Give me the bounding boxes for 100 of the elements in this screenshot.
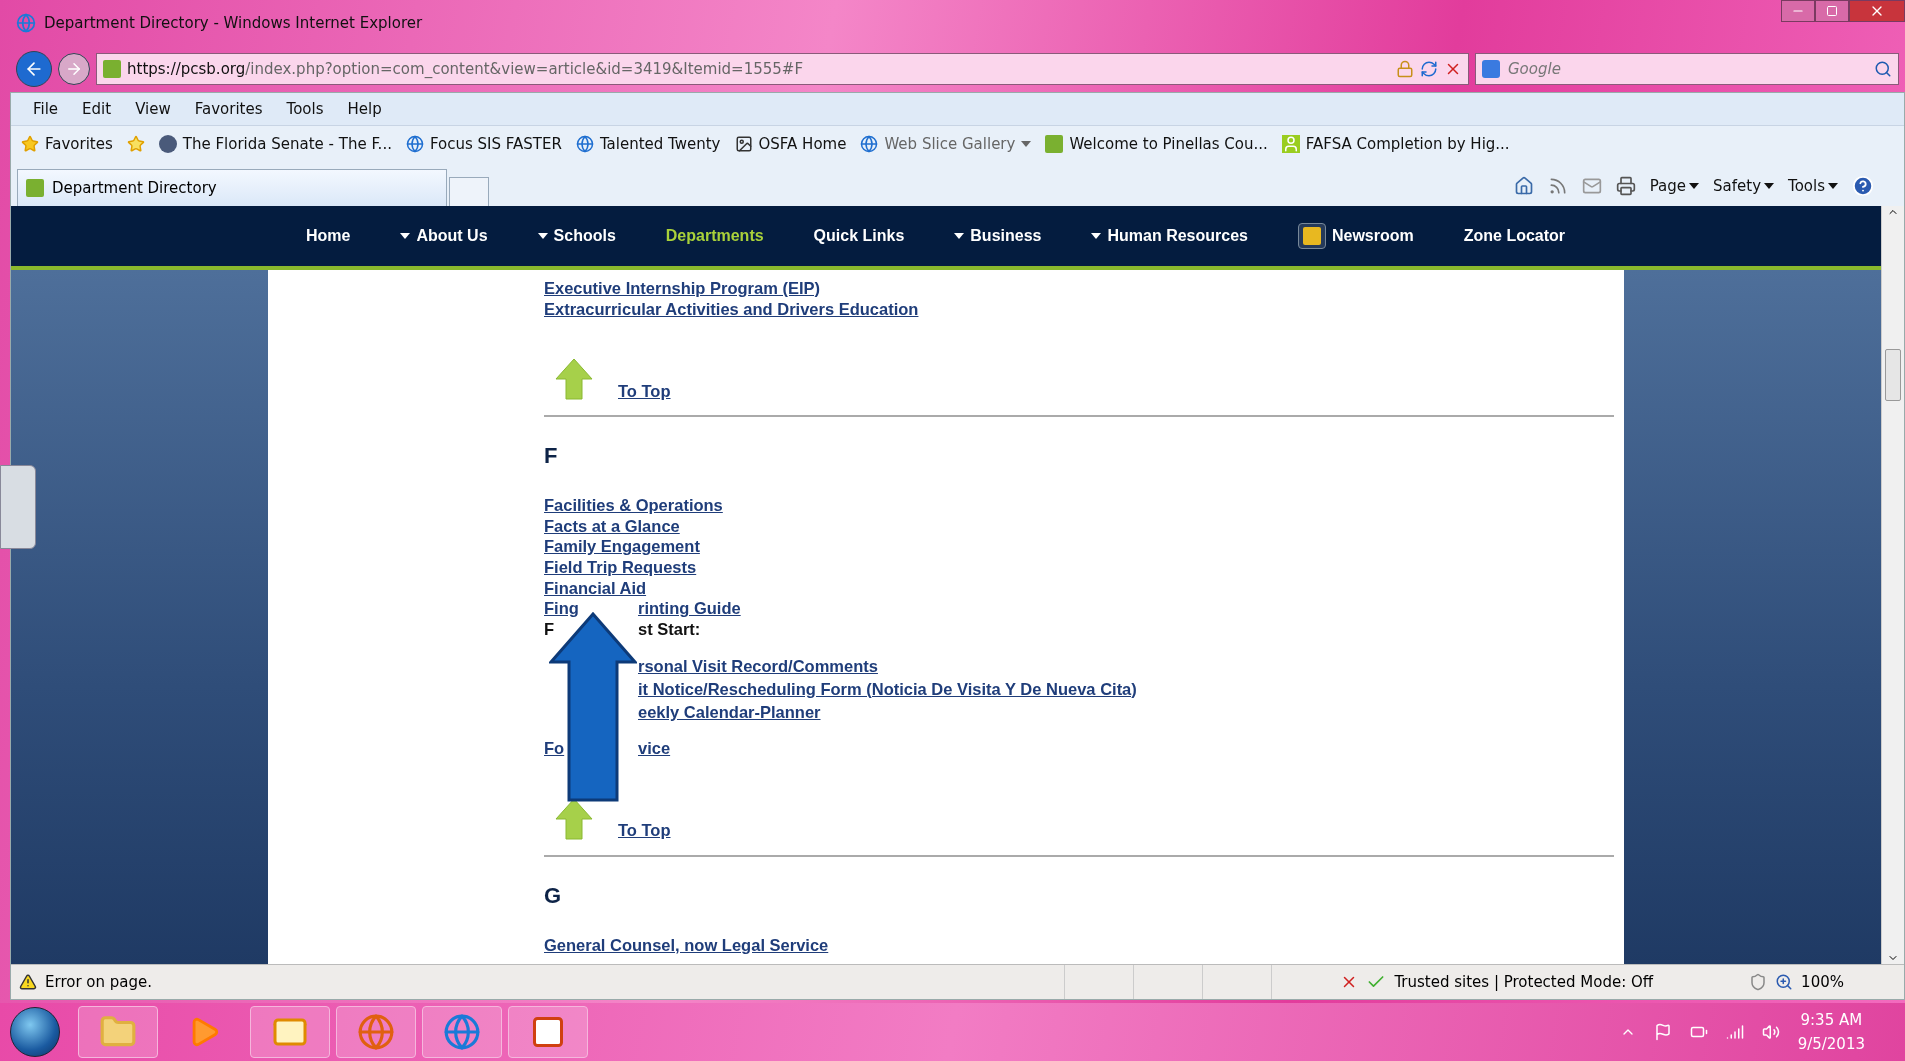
directory-link[interactable]: Financial Aid — [544, 577, 647, 599]
caret-icon — [1828, 183, 1838, 189]
caret-icon — [1091, 233, 1102, 239]
printer-icon[interactable] — [1615, 176, 1636, 196]
address-field[interactable]: https://pcsb.org/index.php?option=com_content&view=article&id=3419&Itemid=1555#F — [96, 52, 1469, 85]
scroll-thumb[interactable] — [1885, 349, 1901, 401]
directory-link[interactable]: Fing — [544, 598, 579, 619]
menu-item[interactable]: View — [125, 100, 181, 118]
scrollbar[interactable] — [1881, 206, 1904, 964]
globe-icon — [443, 1013, 481, 1051]
taskbar-app-button[interactable] — [422, 1006, 502, 1058]
directory-link[interactable]: Fo — [544, 738, 565, 759]
favorite-link[interactable]: The Florida Senate - The F... — [158, 135, 392, 153]
directory-link[interactable]: rinting Guide — [638, 598, 741, 619]
warning-icon — [19, 973, 37, 991]
directory-link[interactable]: rsonal Visit Record/Comments — [638, 655, 878, 677]
globe-icon — [357, 1013, 395, 1051]
caret-icon — [1689, 183, 1700, 189]
menu-item[interactable]: Favorites — [184, 100, 273, 118]
search-box[interactable]: Google — [1475, 52, 1899, 85]
seal-icon — [158, 135, 177, 153]
search-provider-icon — [1482, 59, 1500, 78]
browser-tab[interactable]: Department Directory — [17, 169, 447, 206]
search-field[interactable]: Google — [1506, 58, 1868, 79]
globe-icon — [405, 135, 424, 153]
favorite-link[interactable]: Welcome to Pinellas Cou... — [1045, 135, 1268, 153]
flag-icon[interactable] — [1653, 1023, 1672, 1041]
nav-link[interactable]: Human Resources — [1066, 227, 1273, 245]
new-tab-button[interactable] — [449, 177, 489, 206]
signal-icon[interactable] — [1725, 1023, 1744, 1041]
nav-link[interactable]: Newsroom — [1272, 223, 1439, 249]
directory-link[interactable]: Family Engagement — [544, 536, 700, 557]
up-arrow-icon — [554, 357, 594, 402]
command-button[interactable]: Page — [1649, 177, 1700, 195]
nav-link[interactable]: Schools — [512, 227, 641, 245]
zoom-icon — [1775, 973, 1794, 991]
forward-button[interactable] — [58, 52, 90, 85]
favorite-link[interactable]: Talented Twenty — [575, 135, 721, 153]
directory-link[interactable]: Facts at a Glance — [544, 515, 680, 537]
caret-icon — [1021, 141, 1032, 147]
menu-item[interactable]: Tools — [276, 100, 334, 118]
nav-link[interactable]: Quick Links — [788, 227, 930, 245]
favorite-link[interactable]: FAFSA Completion by Hig... — [1281, 135, 1510, 153]
directory-link[interactable]: Field Trip Requests — [544, 556, 697, 578]
taskbar-app-button[interactable] — [508, 1006, 588, 1058]
security-zone[interactable]: Trusted sites | Protected Mode: Off — [1394, 973, 1654, 991]
status-message[interactable]: Error on page. — [45, 973, 152, 991]
shield-icon[interactable] — [1749, 973, 1768, 991]
nav-link[interactable]: Zone Locator — [1438, 227, 1591, 245]
caret-icon — [954, 233, 965, 239]
globe-icon — [575, 135, 594, 153]
add-favorite-icon[interactable] — [126, 135, 145, 153]
globe-icon — [860, 135, 879, 153]
refresh-icon[interactable] — [1420, 59, 1438, 78]
section-letter: G — [544, 882, 563, 909]
to-top-link[interactable]: To Top — [618, 380, 671, 402]
directory-link[interactable]: eekly Calendar-Planner — [638, 701, 821, 723]
favorites-button[interactable]: Favorites — [21, 135, 113, 153]
volume-icon[interactable] — [1761, 1023, 1780, 1041]
caret-icon — [400, 233, 411, 239]
back-button[interactable] — [16, 50, 52, 87]
home-icon[interactable] — [1513, 176, 1534, 196]
help-icon[interactable] — [1852, 175, 1874, 197]
clock[interactable]: 9:35 AM 9/5/2013 — [1797, 1008, 1865, 1056]
directory-link[interactable]: it Notice/Rescheduling Form (Noticia De Visita Y De Nueva Cita) — [638, 678, 1137, 700]
lock-icon — [1396, 59, 1414, 78]
menu-item[interactable]: File — [23, 100, 69, 118]
directory-link[interactable]: Executive Internship Program (EIP) — [544, 278, 820, 299]
picture-icon — [734, 135, 753, 153]
directory-link[interactable]: Extracurricular Activities and Drivers Education — [544, 298, 919, 320]
taskbar-app-button[interactable] — [250, 1006, 330, 1058]
start-button[interactable] — [10, 1007, 60, 1057]
nav-link[interactable]: About Us — [375, 227, 513, 245]
slide-icon — [530, 1014, 566, 1050]
close-button[interactable] — [1849, 0, 1905, 22]
favorite-link[interactable]: Web Slice Gallery — [860, 135, 1032, 153]
nav-link[interactable]: Departments — [640, 227, 789, 245]
sidebar-handle[interactable] — [0, 465, 36, 549]
to-top-link[interactable]: To Top — [618, 820, 671, 841]
favorite-link[interactable]: Focus SIS FASTER — [405, 135, 562, 153]
taskbar-app-button[interactable] — [336, 1006, 416, 1058]
directory-link[interactable]: Facilities & Operations — [544, 495, 723, 516]
search-icon[interactable] — [1874, 59, 1892, 78]
newsroom-icon — [1297, 223, 1326, 249]
caret-icon — [537, 233, 548, 239]
menu-item[interactable]: Help — [337, 100, 392, 118]
mail-icon[interactable] — [1581, 176, 1602, 196]
minimize-button[interactable] — [1781, 0, 1815, 22]
browser-icon — [16, 12, 36, 33]
maximize-button[interactable] — [1815, 0, 1849, 22]
command-button[interactable]: Safety — [1713, 177, 1775, 195]
menu-item[interactable]: Edit — [72, 100, 122, 118]
caret-icon — [1764, 183, 1775, 189]
directory-link[interactable]: General Counsel, now Legal Service — [544, 934, 829, 956]
command-button[interactable]: Tools — [1788, 177, 1838, 195]
directory-link[interactable]: vice — [638, 738, 671, 759]
favorite-link[interactable]: OSFA Home — [734, 135, 847, 153]
zoom-level[interactable]: 100% — [1801, 973, 1844, 991]
nav-link[interactable]: Home — [281, 227, 376, 245]
nav-link[interactable]: Business — [929, 227, 1067, 245]
